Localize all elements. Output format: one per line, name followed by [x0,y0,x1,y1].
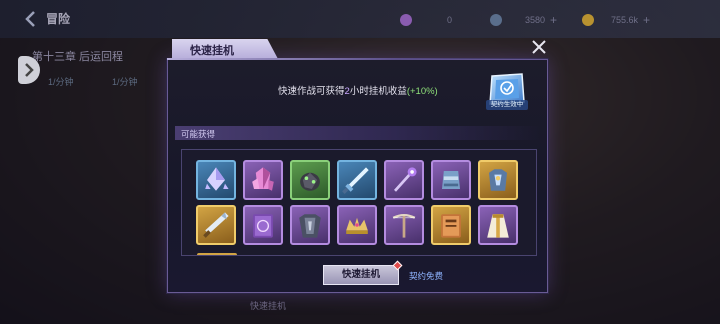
energy-icon [490,14,502,26]
gem-icon [400,14,412,26]
ore-icon [300,172,320,191]
item-green-ore[interactable] [290,160,330,200]
spear-icon [203,212,229,238]
page-title: 冒险 [46,12,71,26]
back-button[interactable] [20,8,42,30]
resource-energy: 3580 + [490,13,557,27]
modal-title: 快速挂机 [190,45,234,57]
gem-icon [252,167,274,191]
tome-icon [441,214,461,238]
sword-icon [342,167,369,194]
item-crown-tiara[interactable] [337,205,377,245]
top-bar: 冒险 0 3580 + 755.6k + [0,0,720,38]
add-energy-button[interactable]: + [550,13,557,27]
section-header [175,126,540,140]
contract-status-label: 契约生效中 [486,100,528,110]
crown-icon [346,217,368,234]
bracer-icon [442,171,460,189]
modal-tab: 快速挂机 [172,39,278,59]
reward-items-grid[interactable] [181,149,537,256]
idle-rate-left: 1/分钟 [48,77,74,87]
resource-gold: 755.6k + [582,13,650,27]
item-bracer[interactable] [431,160,471,200]
robe-icon [487,214,509,238]
item-ancient-book[interactable] [431,205,471,245]
idle-rate-right: 1/分钟 [112,77,138,87]
chevron-left-icon [25,11,35,27]
staff-icon [393,167,417,192]
quick-idle-button[interactable]: 快速挂机 [323,265,399,285]
crystal-icon [205,167,229,191]
stage-switch-button[interactable] [18,56,40,84]
armor-icon [489,169,507,191]
chestplate-icon [299,214,321,238]
item-gold-spear[interactable] [196,205,236,245]
coin-icon [582,14,594,26]
chapter-title: 第十三章 后运回程 [32,51,124,63]
reward-info: 快速作战可获得2小时挂机收益(+10%) [278,86,438,97]
item-arcane-staff[interactable] [384,160,424,200]
bow-icon [392,213,416,238]
add-gold-button[interactable]: + [643,13,650,27]
bottom-label-1: 快速挂机 [250,301,287,311]
item-spell-tome[interactable] [243,205,283,245]
item-crystal-shards[interactable] [196,160,236,200]
item-ice-sword[interactable] [337,160,377,200]
chevron-right-icon [25,63,34,77]
item-gem-cluster[interactable] [243,160,283,200]
contract-free-label: 契约免费 [409,271,444,281]
item-gold-armor[interactable] [478,160,518,200]
book-icon [253,214,273,238]
item-dark-armor[interactable] [290,205,330,245]
resource-gems: 0 [400,13,452,27]
item-cape-robe[interactable] [478,205,518,245]
close-icon [532,40,546,54]
close-button[interactable] [528,36,550,58]
item-crossbow[interactable] [384,205,424,245]
tab-divider [167,58,548,60]
item-row-3-peek [197,253,237,255]
section-title: 可能获得 [181,129,216,139]
